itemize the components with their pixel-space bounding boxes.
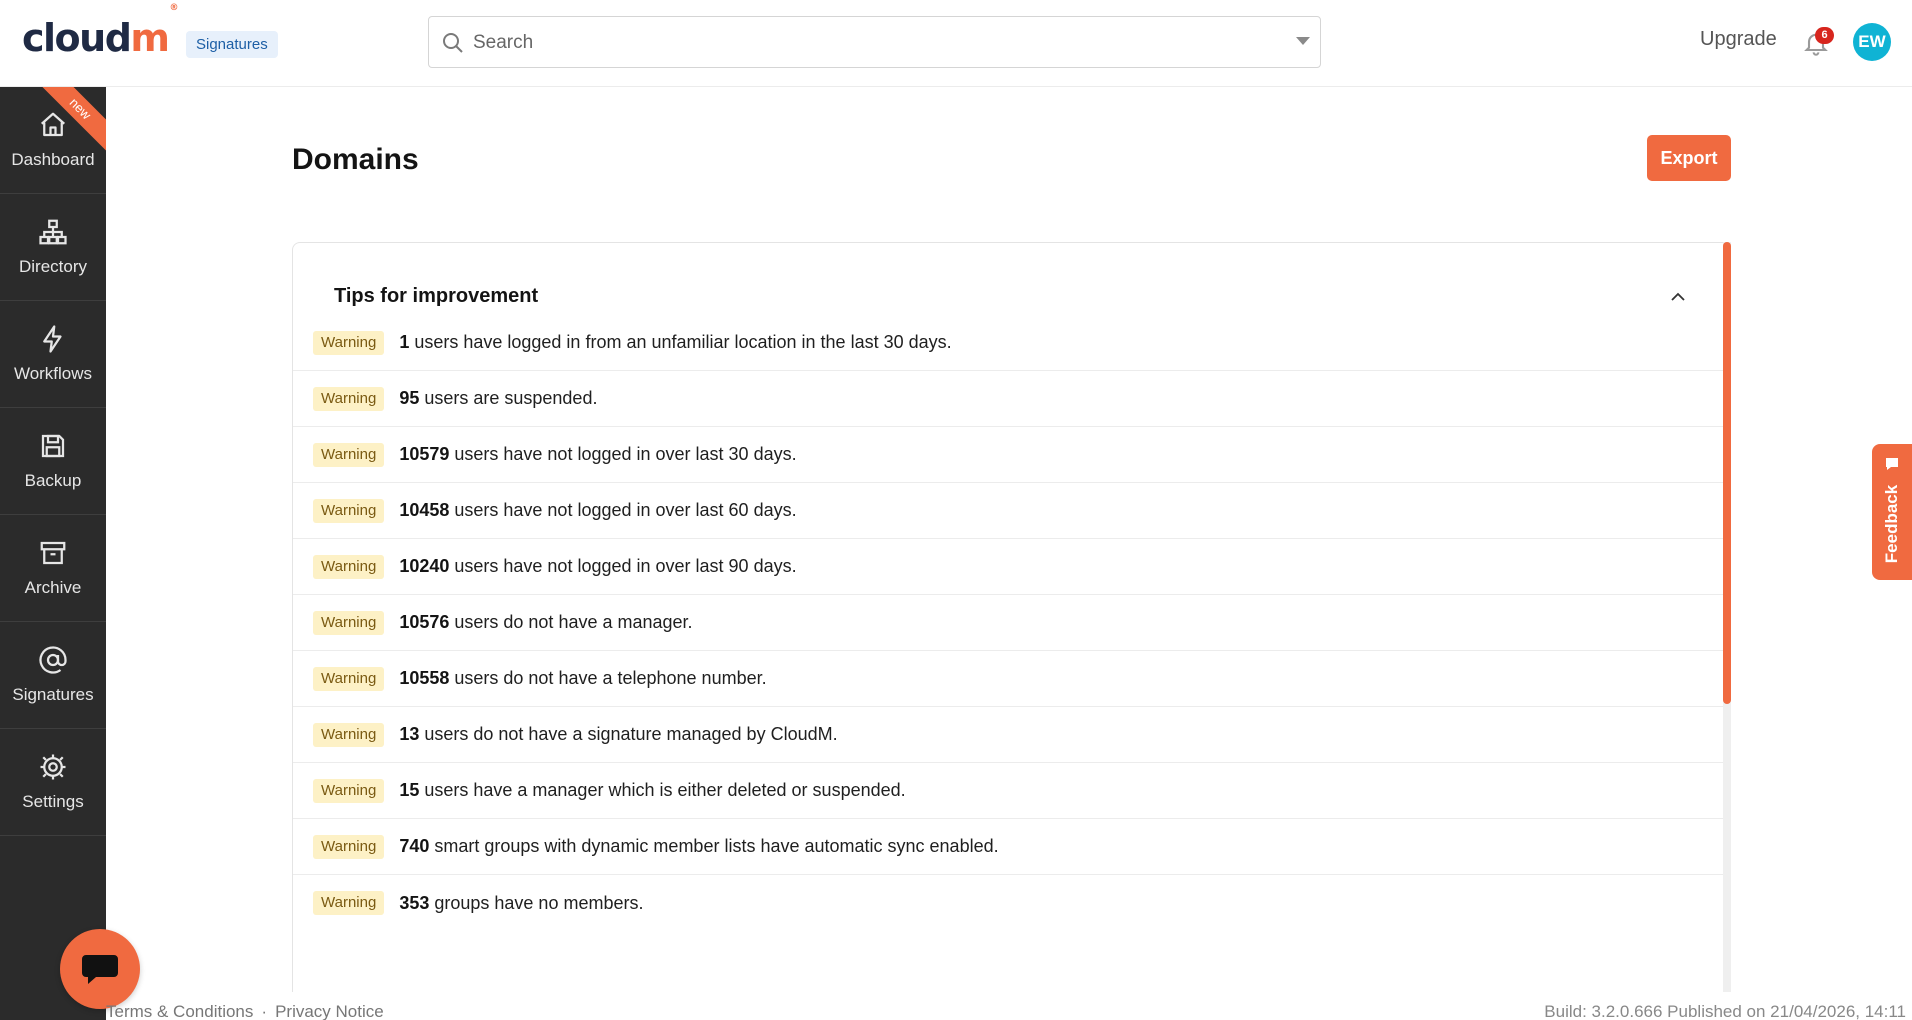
sidebar-item-label: Backup (24, 471, 82, 490)
tip-text: users do not have a telephone number. (454, 668, 767, 688)
archive-box-icon (40, 541, 66, 565)
upgrade-link[interactable]: Upgrade (1700, 28, 1777, 51)
list-item: Warning 15 users have a manager which is e… (293, 763, 1723, 819)
top-bar: cloudm ® Signatures Upgrade 6 EW (0, 0, 1912, 87)
footer-links: Terms & Conditions · Privacy Notice (106, 1002, 384, 1020)
lightning-icon (43, 325, 62, 353)
tips-list: Warning 1 users have logged in from an unf… (293, 315, 1723, 931)
feedback-tab[interactable]: Feedback (1872, 444, 1912, 580)
search-box[interactable] (428, 16, 1321, 68)
logo-text-accent: m (130, 16, 170, 60)
list-item: Warning 10240 users have not logged in ove… (293, 539, 1723, 595)
tip-count: 353 (399, 892, 430, 913)
sidebar-item-label: Dashboard (11, 150, 95, 169)
sidebar-item-workflows[interactable]: Workflows (0, 301, 106, 408)
scrollbar-thumb[interactable] (1723, 242, 1731, 704)
cloudm-logo[interactable]: cloud m ® (22, 3, 179, 60)
tip-count: 1 (399, 332, 410, 352)
tip-text: users have a manager which is either del… (424, 780, 906, 800)
tips-panel-title: Tips for improvement (334, 285, 539, 307)
privacy-link[interactable]: Privacy Notice (275, 1002, 384, 1020)
build-info: Build: 3.2.0.666 Published on 21/04/2026… (1544, 1002, 1906, 1020)
chevron-up-icon[interactable] (1666, 285, 1690, 309)
list-item: Warning 10558 users do not have a telephon… (293, 651, 1723, 707)
tip-count: 10576 (399, 612, 450, 632)
list-item: Warning 10579 users have not logged in ove… (293, 427, 1723, 483)
list-item: Warning 1 users have logged in from an unf… (293, 315, 1723, 371)
product-badge: Signatures (186, 31, 278, 58)
sidebar-item-label: Settings (22, 792, 84, 811)
list-item: Warning 10576 users do not have a manager. (293, 595, 1723, 651)
warning-badge: Warning (313, 498, 385, 523)
tip-count: 10240 (399, 556, 450, 576)
export-button[interactable]: Export (1647, 135, 1731, 181)
chat-launcher-button[interactable] (60, 929, 140, 1009)
tip-text: users have not logged in over last 60 da… (454, 500, 797, 520)
warning-badge: Warning (313, 330, 385, 355)
home-icon (41, 112, 65, 137)
list-item: Warning 740 smart groups with dynamic memb… (293, 819, 1723, 875)
page-title: Domains (292, 143, 419, 176)
list-item: Warning 353 groups have no members. (293, 875, 1723, 931)
tip-count: 10458 (399, 500, 450, 520)
tip-text: users have not logged in over last 30 da… (454, 444, 797, 464)
logo-text: cloud (22, 16, 132, 60)
tip-text: smart groups with dynamic member lists h… (434, 836, 999, 856)
sidebar-item-signatures[interactable]: Signatures (0, 622, 106, 729)
user-avatar[interactable]: EW (1853, 23, 1891, 61)
sidebar-item-label: Directory (18, 257, 87, 276)
tip-text: groups have no members. (434, 892, 644, 913)
tip-text: users are suspended. (424, 388, 598, 408)
speech-bubble-icon (1886, 458, 1898, 470)
sidebar-item-label: Workflows (13, 364, 93, 383)
list-item: Warning 13 users do not have a signature m… (293, 707, 1723, 763)
list-item: Warning 95 users are suspended. (293, 371, 1723, 427)
tip-count: 10558 (399, 668, 450, 688)
sidebar-item-label: Archive (24, 578, 82, 597)
warning-badge: Warning (313, 442, 385, 467)
floppy-disk-icon (41, 434, 65, 458)
tips-panel: Tips for improvement Warning 1 users have … (292, 242, 1731, 992)
sidebar-item-label: Signatures (12, 685, 94, 704)
warning-badge: Warning (313, 666, 385, 691)
chat-bubble-icon (82, 955, 118, 984)
warning-badge: Warning (313, 778, 385, 803)
sidebar-item-archive[interactable]: Archive (0, 515, 106, 622)
sidebar-item-settings[interactable]: Settings (0, 729, 106, 836)
sidebar-item-dashboard[interactable]: Dashboard new (0, 87, 106, 194)
warning-badge: Warning (313, 386, 385, 411)
tip-text: users have logged in from an unfamiliar … (414, 332, 952, 352)
warning-badge: Warning (313, 891, 385, 915)
warning-badge: Warning (313, 554, 385, 579)
sitemap-icon (39, 219, 67, 245)
tip-count: 15 (399, 780, 420, 800)
sidebar-item-directory[interactable]: Directory (0, 194, 106, 301)
logo-registered-mark: ® (169, 3, 179, 13)
warning-badge: Warning (313, 722, 385, 747)
feedback-label: Feedback (1882, 484, 1901, 564)
panel-scrollbar[interactable] (1723, 242, 1731, 992)
tip-count: 10579 (399, 444, 450, 464)
tip-count: 95 (399, 388, 420, 408)
tip-text: users do not have a manager. (454, 612, 693, 632)
warning-badge: Warning (313, 610, 385, 635)
notification-count-badge: 6 (1815, 27, 1834, 44)
at-sign-icon (39, 646, 67, 674)
sidebar: Dashboard new Directory Workflows Backup… (0, 87, 106, 1020)
terms-link[interactable]: Terms & Conditions (106, 1002, 253, 1020)
tip-text: users have not logged in over last 90 da… (454, 556, 797, 576)
tip-text: users do not have a signature managed by… (424, 724, 838, 744)
footer-separator: · (261, 1002, 268, 1020)
search-input[interactable] (473, 27, 1273, 59)
list-item: Warning 10458 users have not logged in ove… (293, 483, 1723, 539)
search-dropdown-caret-icon[interactable] (1296, 37, 1310, 45)
tip-count: 13 (399, 724, 420, 744)
sidebar-item-backup[interactable]: Backup (0, 408, 106, 515)
gear-icon (40, 754, 66, 780)
tip-count: 740 (399, 836, 430, 856)
search-icon (443, 33, 463, 53)
warning-badge: Warning (313, 834, 385, 859)
